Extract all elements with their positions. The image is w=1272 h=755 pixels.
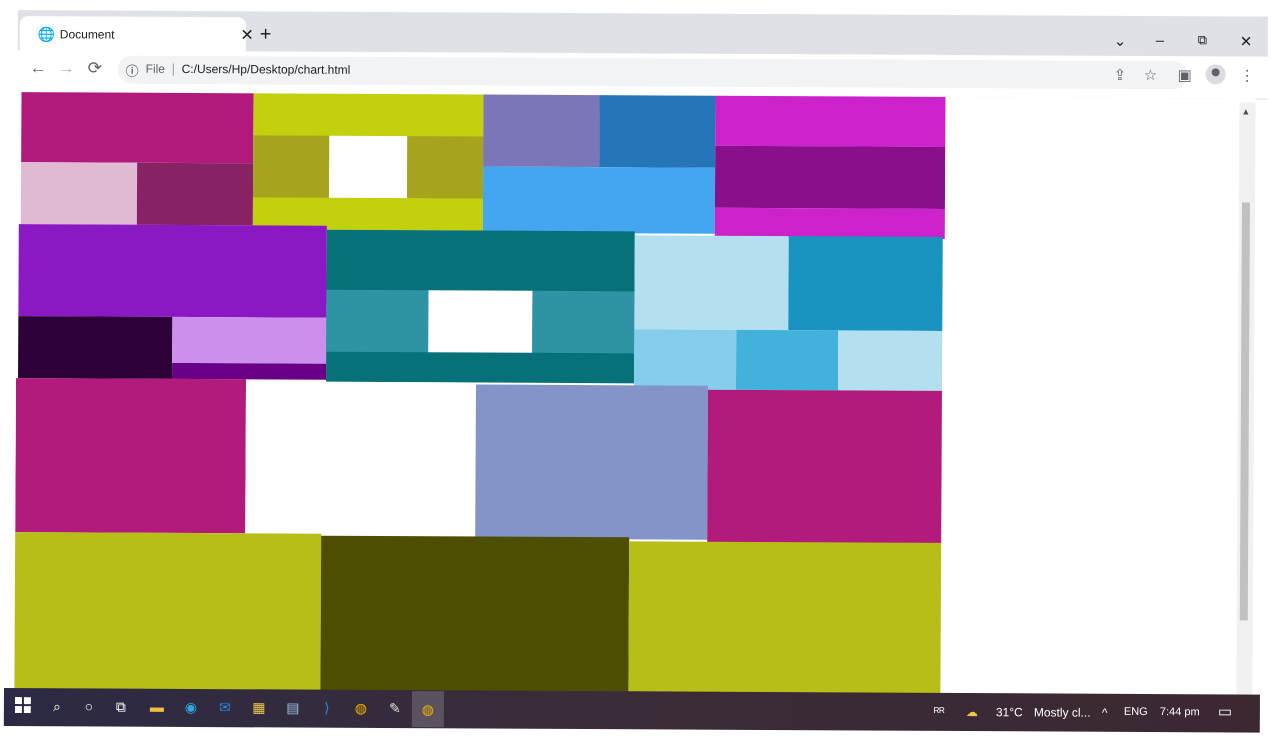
notification-icon[interactable]: ▭ xyxy=(1218,702,1232,720)
treemap-cell xyxy=(837,330,943,391)
treemap-cell xyxy=(18,316,173,379)
minimize-button[interactable]: – xyxy=(1156,32,1164,49)
notepad-icon[interactable]: ▤ xyxy=(284,698,302,716)
url-text[interactable]: C:/Users/Hp/Desktop/chart.html xyxy=(182,62,351,77)
file-explorer-icon[interactable]: ▬ xyxy=(148,698,166,716)
treemap-cell xyxy=(20,162,138,225)
side-panel-icon[interactable]: ▣ xyxy=(1178,66,1192,84)
weather-temp[interactable]: 31°C xyxy=(996,705,1023,719)
tab-close-icon[interactable]: ✕ xyxy=(240,25,254,45)
treemap-cell xyxy=(245,381,477,537)
treemap-cell xyxy=(482,166,716,234)
edge-browser-icon[interactable]: ◉ xyxy=(182,698,200,716)
address-bar[interactable]: ⓘ File | C:/Users/Hp/Desktop/chart.html xyxy=(117,55,1188,90)
store-icon[interactable]: ▦ xyxy=(250,698,268,716)
page-content xyxy=(14,92,1256,711)
share-icon[interactable]: ⇪ xyxy=(1114,66,1127,84)
treemap-cell xyxy=(172,362,327,380)
search-icon[interactable]: ⌕ xyxy=(48,697,66,715)
profile-avatar[interactable] xyxy=(1205,64,1226,85)
treemap-cell xyxy=(172,316,327,364)
vertical-scrollbar[interactable]: ▲ ▼ xyxy=(1236,102,1256,715)
scheme-label: File xyxy=(145,61,166,76)
reload-button[interactable]: ⟳ xyxy=(88,58,102,78)
close-window-button[interactable]: ✕ xyxy=(1240,32,1253,50)
language-indicator[interactable]: ENG xyxy=(1124,706,1148,718)
bookmark-star-icon[interactable]: ☆ xyxy=(1144,66,1158,84)
scroll-up-arrow-icon[interactable]: ▲ xyxy=(1241,107,1250,117)
people-icon[interactable]: ᴿᴿ xyxy=(934,705,945,719)
treemap-cell xyxy=(428,290,533,353)
cortana-icon[interactable]: ○ xyxy=(80,697,98,715)
treemap-cell xyxy=(252,135,330,198)
treemap-cell xyxy=(788,236,943,331)
restore-button[interactable]: ⧉ xyxy=(1198,32,1207,48)
treemap-cell xyxy=(18,224,327,318)
globe-icon: 🌐 xyxy=(37,26,56,43)
treemap-cell xyxy=(320,535,630,710)
treemap-cell xyxy=(634,235,789,331)
tab-search-icon[interactable]: ⌄ xyxy=(1114,32,1127,50)
tray-chevron-icon[interactable]: ^ xyxy=(1102,706,1108,720)
treemap-cell xyxy=(328,135,408,199)
windows-taskbar: ⌕ ○ ⧉ ▬ ◉ ✉ ▦ ▤ ⟩ ◍ ✎ ◍ ᴿᴿ ☁ 31°C Mostly… xyxy=(3,688,1260,733)
info-icon[interactable]: ⓘ xyxy=(126,61,139,80)
treemap-cell xyxy=(15,378,247,534)
treemap-cell xyxy=(14,532,322,706)
treemap-cell xyxy=(735,329,839,391)
task-view-icon[interactable]: ⧉ xyxy=(112,698,130,716)
screen: 🌐 Document ✕ + ⌄ – ⧉ ✕ ← → ⟳ ⓘ File | C:… xyxy=(0,0,1272,755)
treemap-cell xyxy=(532,290,635,354)
chrome-icon[interactable]: ◍ xyxy=(352,699,370,717)
treemap-cell xyxy=(715,92,946,147)
scrollbar-thumb[interactable] xyxy=(1239,202,1250,621)
paint-icon[interactable]: ✎ xyxy=(386,699,404,717)
new-tab-button[interactable]: + xyxy=(260,23,272,46)
treemap-cell xyxy=(475,384,708,540)
weather-text[interactable]: Mostly cl... xyxy=(1034,705,1091,719)
treemap-cell xyxy=(628,541,942,711)
treemap-cell xyxy=(21,92,254,164)
tab-title: Document xyxy=(59,27,115,42)
treemap-cell xyxy=(599,92,716,168)
windows-start-icon[interactable] xyxy=(14,697,32,715)
weather-icon[interactable]: ☁ xyxy=(966,705,978,719)
treemap-cell xyxy=(483,92,600,168)
back-button[interactable]: ← xyxy=(30,58,47,78)
treemap-cell xyxy=(326,289,429,353)
treemap-cell xyxy=(714,145,946,209)
treemap-cell xyxy=(633,329,737,390)
treemap-cell xyxy=(714,207,945,239)
menu-kebab-icon[interactable]: ⋮ xyxy=(1240,66,1255,84)
treemap-cell xyxy=(406,136,484,199)
chrome-active-icon[interactable]: ◍ xyxy=(411,691,444,728)
clock[interactable]: 7:44 pm xyxy=(1160,706,1200,718)
vscode-icon[interactable]: ⟩ xyxy=(318,699,336,717)
mail-icon[interactable]: ✉ xyxy=(216,698,234,716)
treemap-cell xyxy=(707,389,942,545)
treemap-cell xyxy=(136,162,254,226)
forward-button[interactable]: → xyxy=(58,58,75,78)
address-separator: | xyxy=(171,60,176,76)
